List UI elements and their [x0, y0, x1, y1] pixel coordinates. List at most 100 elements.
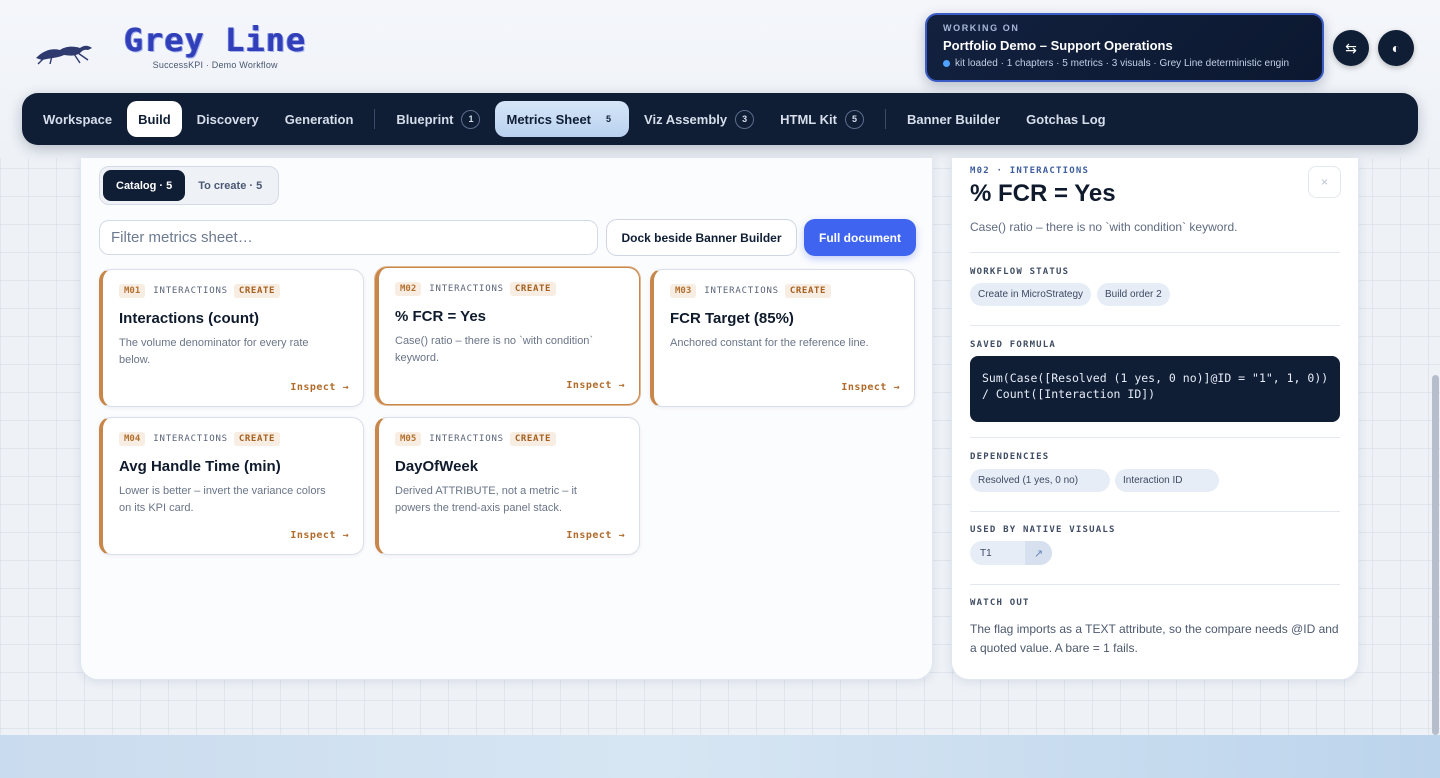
- metric-card-m03[interactable]: M03 INTERACTIONS CREATE FCR Target (85%)…: [650, 269, 915, 407]
- inspect-link[interactable]: Inspect →: [566, 530, 625, 541]
- close-icon: ×: [1320, 175, 1328, 189]
- divider: [970, 325, 1340, 326]
- detail-kicker: M02 · INTERACTIONS: [970, 166, 1090, 176]
- working-on-label: WORKING ON: [943, 23, 1020, 33]
- saved-formula-label: SAVED FORMULA: [970, 340, 1057, 350]
- nav-divider: [884, 109, 886, 129]
- metric-id-badge: M03: [670, 284, 697, 298]
- inspect-link[interactable]: Inspect →: [566, 380, 625, 391]
- metric-description: Lower is better – invert the variance co…: [119, 485, 326, 514]
- metric-description: Derived ATTRIBUTE, not a metric – it pow…: [395, 485, 577, 514]
- metric-title: Avg Handle Time (min): [119, 458, 281, 475]
- card-meta: M03 INTERACTIONS CREATE: [670, 284, 900, 298]
- metric-title: DayOfWeek: [395, 458, 479, 475]
- metric-card-m04[interactable]: M04 INTERACTIONS CREATE Avg Handle Time …: [99, 417, 364, 555]
- close-button[interactable]: ×: [1308, 166, 1341, 198]
- divider: [970, 511, 1340, 512]
- status-badge: CREATE: [509, 432, 557, 446]
- metric-title: Interactions (count): [119, 310, 260, 327]
- swap-layout-button[interactable]: ⇆: [1333, 30, 1369, 66]
- nav-label: Workspace: [43, 111, 113, 127]
- card-meta: M02 INTERACTIONS CREATE: [395, 282, 625, 296]
- page-scrollbar[interactable]: [1432, 375, 1439, 735]
- nav-item-gotchas-log[interactable]: Gotchas Log: [1015, 101, 1116, 137]
- full-document-button[interactable]: Full document: [804, 219, 916, 256]
- dependency-pill[interactable]: Resolved (1 yes, 0 no): [970, 469, 1110, 492]
- nav-item-html-kit[interactable]: HTML Kit 5: [769, 101, 875, 137]
- nav-item-metrics-sheet[interactable]: Metrics Sheet 5: [495, 101, 630, 137]
- metric-id-badge: M02: [395, 282, 422, 296]
- metric-category: INTERACTIONS: [153, 434, 228, 444]
- nav-item-build[interactable]: Build: [127, 101, 182, 137]
- contrast-icon: ◐: [1391, 40, 1401, 56]
- count-badge: 5: [606, 114, 612, 124]
- detail-title: % FCR = Yes: [970, 180, 1116, 207]
- filter-input[interactable]: [99, 220, 598, 255]
- nav-item-banner-builder[interactable]: Banner Builder: [896, 101, 1011, 137]
- metric-id-badge: M04: [119, 432, 146, 446]
- metric-card-m01[interactable]: M01 INTERACTIONS CREATE Interactions (co…: [99, 269, 364, 407]
- used-by-label: USED BY NATIVE VISUALS: [970, 525, 1116, 535]
- nav-label: Metrics Sheet: [506, 111, 592, 127]
- swap-icon: ⇆: [1345, 39, 1357, 56]
- nav-item-blueprint[interactable]: Blueprint 1: [385, 101, 491, 137]
- divider: [970, 584, 1340, 585]
- dependencies-label: DEPENDENCIES: [970, 452, 1050, 462]
- status-dot-icon: [943, 60, 950, 67]
- metrics-sheet-panel: Catalog · 5 To create · 5 Dock beside Ba…: [80, 158, 933, 680]
- workflow-status-label: WORKFLOW STATUS: [970, 267, 1070, 277]
- brand-subtitle: SuccessKPI · Demo Workflow: [152, 60, 278, 70]
- divider: [970, 437, 1340, 438]
- metric-title: % FCR = Yes: [395, 308, 487, 325]
- nav-label: Banner Builder: [906, 111, 1001, 127]
- inspect-link[interactable]: Inspect →: [290, 530, 349, 541]
- status-badge: CREATE: [233, 284, 281, 298]
- view-tabs: Catalog · 5 To create · 5: [99, 166, 280, 205]
- metric-id-badge: M05: [395, 432, 422, 446]
- metric-id-badge: M01: [119, 284, 146, 298]
- nav-item-generation[interactable]: Generation: [274, 101, 365, 137]
- metric-detail-panel: M02 · INTERACTIONS % FCR = Yes × Case() …: [951, 158, 1359, 680]
- metric-card-m05[interactable]: M05 INTERACTIONS CREATE DayOfWeek Derive…: [375, 417, 640, 555]
- nav-label: Discovery: [196, 111, 259, 127]
- brand-logo[interactable]: Grey Line SuccessKPI · Demo Workflow: [34, 22, 306, 70]
- working-on-status-text: kit loaded · 1 chapters · 5 metrics · 3 …: [955, 58, 1290, 69]
- theme-toggle-button[interactable]: ◐: [1378, 30, 1414, 66]
- used-by-visual-pill[interactable]: T1 ↗: [970, 541, 1052, 565]
- metric-category: INTERACTIONS: [153, 286, 228, 296]
- card-meta: M05 INTERACTIONS CREATE: [395, 432, 625, 446]
- inspect-link[interactable]: Inspect →: [841, 382, 900, 393]
- external-link-icon[interactable]: ↗: [1025, 541, 1052, 565]
- workflow-pill: Create in MicroStrategy: [970, 283, 1092, 306]
- nav-label: Generation: [284, 111, 354, 127]
- metric-description: Anchored constant for the reference line…: [670, 337, 869, 349]
- nav-item-viz-assembly[interactable]: Viz Assembly 3: [633, 101, 765, 137]
- working-on-title: Portfolio Demo – Support Operations: [943, 38, 1173, 53]
- greyhound-icon: [36, 45, 92, 65]
- dock-beside-banner-builder-button[interactable]: Dock beside Banner Builder: [606, 219, 797, 256]
- count-badge: 3: [735, 109, 755, 129]
- tab-catalog[interactable]: Catalog · 5: [103, 170, 186, 201]
- saved-formula-code: Sum(Case([Resolved (1 yes, 0 no)]@ID = "…: [970, 356, 1340, 422]
- metric-card-m02[interactable]: M02 INTERACTIONS CREATE % FCR = Yes Case…: [375, 267, 640, 405]
- nav-divider: [374, 109, 376, 129]
- workflow-pill: Build order 2: [1097, 283, 1170, 306]
- metric-category: INTERACTIONS: [429, 284, 504, 294]
- card-meta: M01 INTERACTIONS CREATE: [119, 284, 349, 298]
- metric-category: INTERACTIONS: [704, 286, 779, 296]
- inspect-link[interactable]: Inspect →: [290, 382, 349, 393]
- status-badge: CREATE: [784, 284, 832, 298]
- working-on-status: kit loaded · 1 chapters · 5 metrics · 3 …: [943, 58, 1306, 69]
- nav-item-workspace[interactable]: Workspace: [32, 101, 123, 137]
- working-on-card[interactable]: WORKING ON Portfolio Demo – Support Oper…: [925, 13, 1324, 82]
- nav-label: Blueprint: [396, 111, 454, 127]
- watch-out-label: WATCH OUT: [970, 598, 1030, 608]
- dependency-pill[interactable]: Interaction ID: [1115, 469, 1219, 492]
- metric-title: FCR Target (85%): [670, 310, 794, 327]
- metric-category: INTERACTIONS: [429, 434, 504, 444]
- nav-label: Gotchas Log: [1026, 111, 1106, 127]
- nav-label: Build: [138, 111, 171, 127]
- count-badge: 1: [461, 109, 481, 129]
- nav-item-discovery[interactable]: Discovery: [186, 101, 270, 137]
- tab-to-create[interactable]: To create · 5: [185, 170, 275, 201]
